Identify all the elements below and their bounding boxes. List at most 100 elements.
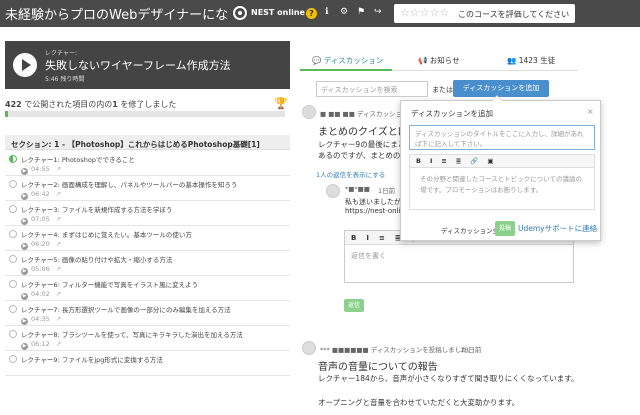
lecture-meta: ▶ 06:20 ↗ [21, 240, 61, 250]
external-link-icon[interactable]: ↗ [56, 340, 61, 348]
lecture-duration: 05:06 [31, 265, 50, 273]
nest-logo-icon[interactable] [233, 6, 247, 20]
completion-circle-icon[interactable] [9, 230, 17, 238]
flag-icon[interactable]: ⚑ [357, 7, 365, 17]
lecture-item[interactable]: レクチャー7: 長方形選択ツールで画像の一部分にのみ編集を加える方法 ▶ 04:35… [5, 301, 290, 326]
lecture-title: レクチャー2: 画面構成を理解し、パネルやツールバーの基本操作を知ろう [21, 181, 238, 189]
discussion-search-input[interactable]: ディスカッションを検索 [316, 81, 428, 97]
progress-total: 422 [5, 100, 22, 109]
top-bar: 未経験からプロのWebデザイナーにな... NEST online ? ℹ ⚙ … [0, 0, 640, 27]
tab-bar: 💬 ディスカッション 📢 お知らせ 👥 1423 生徒 [300, 51, 578, 71]
discussion-title-input[interactable]: ディスカッションのタイトルをここに入力し、詳細があれば下に記入して下さい。 [409, 125, 595, 150]
post-discussion-button[interactable]: 投稿 [495, 221, 515, 236]
lecture-meta: ▶ 06:42 ↗ [21, 190, 61, 200]
rating-box[interactable]: ☆☆☆☆☆ このコースを評価してください [394, 4, 575, 23]
italic-icon[interactable]: I [430, 157, 432, 165]
lecture-meta: ▶ 04:55 ↗ [21, 165, 61, 175]
lecture-item[interactable]: レクチャー1: Photoshopでできること ▶ 04:55 ↗ [5, 151, 290, 176]
help-icon[interactable]: ? [306, 8, 317, 19]
play-icon: ▶ [21, 218, 28, 225]
bullet-list-icon[interactable]: ≡ [379, 234, 385, 242]
discussion-body-editor[interactable]: B I ≡ ≣ 🔗 ▣ その分野と関連したコースとトピックについての議論の場です。プロモー… [409, 154, 595, 210]
post-body-line: レクチャー9の最後にまとめ [318, 140, 413, 149]
tab-students-label: 1423 生徒 [518, 56, 556, 65]
bold-icon[interactable]: B [416, 157, 421, 165]
post-author[interactable]: *** ■■■■■■ ディスカッションを投稿しました。 [320, 344, 474, 354]
editor-toolbar: B I ≡ ≣ 🔗 ▣ [410, 155, 594, 168]
lecture-item[interactable]: レクチャー4: まずはじめに覚えたい。基本ツールの使い方 ▶ 06:20 ↗ [5, 226, 290, 251]
lecture-item[interactable]: レクチャー9: ファイルをjpg形式に変換する方法 [5, 351, 290, 376]
lecture-item[interactable]: レクチャー3: ファイルを新規作成する方法を学ぼう ▶ 07:05 ↗ [5, 201, 290, 226]
reply-input[interactable]: 返信を書く [345, 245, 573, 267]
tab-announcements-label: お知らせ [429, 56, 460, 65]
reply-submit-button[interactable]: 返信 [344, 299, 364, 312]
tab-students[interactable]: 👥 1423 生徒 [507, 55, 555, 66]
editor-hint[interactable]: その分野と関連したコースとトピックについての議論の場です。プロモーションはお断り… [410, 168, 594, 202]
lecture-item[interactable]: レクチャー5: 画像の貼り付けや拡大・縮小する方法 ▶ 05:06 ↗ [5, 251, 290, 276]
lecture-meta: ▶ 05:06 ↗ [21, 265, 61, 275]
number-list-icon[interactable]: ≣ [456, 157, 461, 165]
external-link-icon[interactable]: ↗ [56, 290, 61, 298]
lecture-item[interactable]: レクチャー2: 画面構成を理解し、パネルやツールバーの基本操作を知ろう ▶ 06:4… [5, 176, 290, 201]
progress-fill [5, 111, 8, 117]
support-link[interactable]: Udemyサポートに連絡 [518, 223, 597, 234]
play-icon: ▶ [21, 318, 28, 325]
lecture-duration: 06:20 [31, 240, 50, 248]
link-icon[interactable]: 🔗 [470, 157, 478, 165]
completion-circle-icon[interactable] [9, 280, 17, 288]
share-icon[interactable]: ↪ [374, 7, 382, 17]
external-link-icon[interactable]: ↗ [56, 315, 61, 323]
post-title[interactable]: 音声の音量についての報告 [318, 358, 438, 373]
bullet-list-icon[interactable]: ≡ [441, 157, 446, 165]
lecture-duration: 06:12 [31, 340, 50, 348]
external-link-icon[interactable]: ↗ [56, 240, 61, 248]
post-title[interactable]: まとめのクイズとは [318, 123, 408, 138]
completion-circle-icon[interactable] [9, 305, 17, 313]
lecture-item[interactable]: レクチャー8: ブラシツールを使って、写真にキラキラした演出を加える方法 ▶ 06:… [5, 326, 290, 351]
tab-announcements[interactable]: 📢 お知らせ [418, 55, 460, 66]
course-title[interactable]: 未経験からプロのWebデザイナーにな... [5, 4, 227, 23]
brand-name[interactable]: NEST online [251, 8, 305, 17]
info-icon[interactable]: ℹ [325, 7, 328, 17]
external-link-icon[interactable]: ↗ [56, 165, 61, 173]
reply-author[interactable]: *■*■■ [345, 185, 370, 193]
rating-prompt[interactable]: このコースを評価してください [458, 9, 569, 20]
post-body-line: あるのですが、まとめのク [318, 151, 408, 160]
play-icon: ▶ [21, 268, 28, 275]
completion-circle-icon[interactable] [9, 205, 17, 213]
completion-circle-icon[interactable] [9, 330, 17, 338]
settings-icon[interactable]: ⚙ [340, 7, 348, 17]
close-icon[interactable]: × [587, 107, 594, 116]
reply-avatar[interactable] [326, 184, 340, 198]
completion-circle-icon[interactable] [9, 180, 17, 188]
lecture-duration: 04:35 [31, 315, 50, 323]
post-time: · 10日前 [456, 346, 482, 354]
italic-icon[interactable]: I [366, 234, 369, 242]
image-icon[interactable]: ▣ [487, 157, 493, 165]
reply-time: 1日前 [378, 187, 396, 195]
completion-circle-icon[interactable] [9, 155, 17, 163]
curriculum-sidebar: レクチャー: 失敗しないワイヤーフレーム作成方法 5:46 残り時間 422 で… [0, 27, 290, 415]
avatar[interactable] [302, 341, 316, 355]
rating-stars[interactable]: ☆☆☆☆☆ [400, 6, 449, 19]
completion-circle-icon[interactable] [9, 355, 17, 363]
lecture-title: レクチャー5: 画像の貼り付けや拡大・縮小する方法 [21, 256, 173, 264]
lecture-meta: ▶ 04:35 ↗ [21, 315, 61, 325]
play-icon[interactable] [13, 53, 37, 77]
lecture-title: レクチャー9: ファイルをjpg形式に変換する方法 [21, 356, 163, 364]
avatar[interactable] [302, 105, 316, 119]
tab-discussion-label: ディスカッション [323, 56, 384, 65]
bold-icon[interactable]: B [351, 234, 356, 242]
external-link-icon[interactable]: ↗ [56, 215, 61, 223]
popup-arrow [491, 95, 503, 101]
external-link-icon[interactable]: ↗ [56, 265, 61, 273]
completion-circle-icon[interactable] [9, 255, 17, 263]
play-icon: ▶ [21, 243, 28, 250]
now-playing-card[interactable]: レクチャー: 失敗しないワイヤーフレーム作成方法 5:46 残り時間 [5, 41, 290, 89]
external-link-icon[interactable]: ↗ [56, 190, 61, 198]
show-replies-link[interactable]: 1人の返信を表示にする [316, 169, 385, 179]
play-icon: ▶ [21, 193, 28, 200]
lecture-item[interactable]: レクチャー6: フィルター機能で写真をイラスト風に変えよう ▶ 04:02 ↗ [5, 276, 290, 301]
tab-discussion[interactable]: 💬 ディスカッション [312, 55, 383, 66]
section-header[interactable]: セクション: 1 - 【Photoshop】これからはじめるPhotoshop基… [5, 135, 290, 150]
